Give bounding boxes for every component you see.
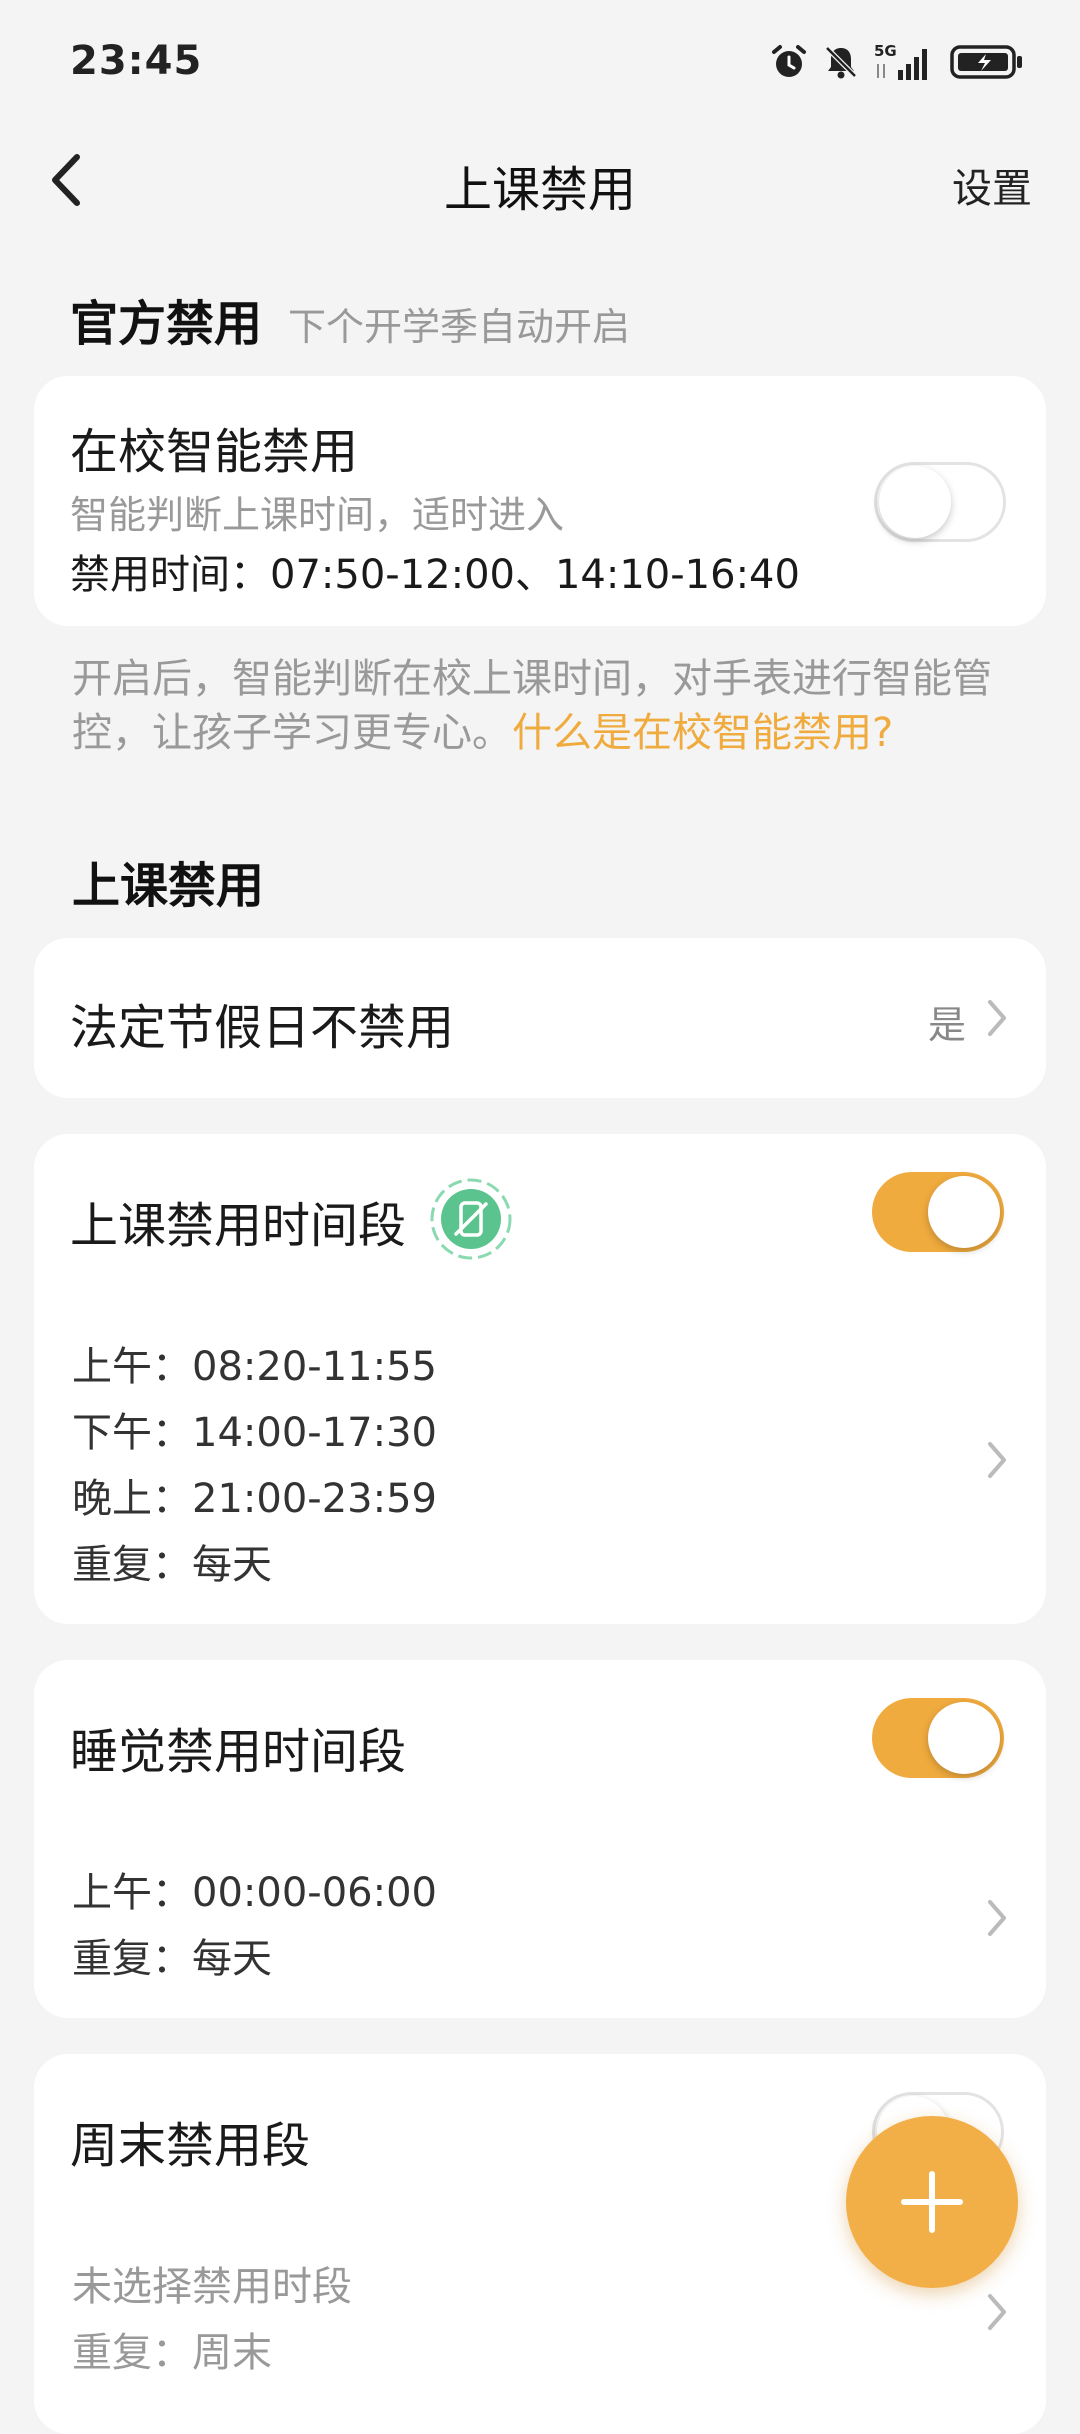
what-is-smart-ban-link[interactable]: 什么是在校智能禁用? <box>512 710 893 756</box>
period-card-sleep[interactable]: 睡觉禁用时间段 上午：00:00-06:00 重复：每天 <box>34 1660 1046 2018</box>
period-line: 重复：周末 <box>72 2330 272 2376</box>
period-title-row: 上课禁用时间段 <box>70 1176 514 1266</box>
battery-charging-icon <box>950 44 1024 80</box>
period-toggle-class[interactable] <box>872 1172 1004 1252</box>
add-period-button[interactable] <box>846 2116 1018 2288</box>
period-line: 上午：08:20-11:55 <box>72 1344 437 1390</box>
chevron-right-icon <box>988 2294 1006 2330</box>
settings-button[interactable]: 设置 <box>952 156 1032 214</box>
period-card-class[interactable]: 上课禁用时间段 上午：08:20-11:55 下午：14:00-17:30 晚上… <box>34 1134 1046 1624</box>
smart-ban-note: 开启后，智能判断在校上课时间，对手表进行智能管控，让孩子学习更专心。什么是在校智… <box>72 652 1012 760</box>
holiday-value: 是 <box>927 1003 966 1047</box>
toggle-knob <box>928 1702 1000 1774</box>
phone-disabled-icon <box>428 1176 514 1266</box>
period-line: 下午：14:00-17:30 <box>72 1410 437 1456</box>
period-line: 晚上：21:00-23:59 <box>72 1476 437 1522</box>
smart-ban-title: 在校智能禁用 <box>70 424 359 480</box>
toggle-knob <box>879 466 951 538</box>
holiday-label: 法定节假日不禁用 <box>70 1000 455 1056</box>
period-title: 周末禁用段 <box>70 2118 311 2174</box>
chevron-right-icon <box>988 1900 1006 1936</box>
official-heading: 官方禁用 <box>70 296 263 352</box>
toggle-knob <box>928 1176 1000 1248</box>
holiday-row[interactable]: 法定节假日不禁用 是 <box>34 938 1046 1098</box>
chevron-right-icon <box>988 1000 1006 1036</box>
status-time: 23:45 <box>70 38 203 84</box>
alarm-icon <box>770 43 808 81</box>
period-line: 重复：每天 <box>72 1542 272 1588</box>
page-title: 上课禁用 <box>443 162 636 218</box>
period-line: 未选择禁用时段 <box>72 2264 352 2310</box>
period-line: 上午：00:00-06:00 <box>72 1870 437 1916</box>
official-subheading: 下个开学季自动开启 <box>288 305 631 349</box>
smart-ban-desc: 智能判断上课时间，适时进入 <box>70 493 565 537</box>
official-section-header: 官方禁用 下个开学季自动开启 <box>70 284 630 354</box>
smart-ban-toggle[interactable] <box>874 462 1006 542</box>
period-title: 睡觉禁用时间段 <box>70 1724 407 1780</box>
smart-ban-time: 禁用时间：07:50-12:00、14:10-16:40 <box>70 552 800 598</box>
status-icons: 5G <box>770 40 1024 84</box>
period-title: 上课禁用时间段 <box>70 1198 407 1254</box>
network-label: 5G <box>874 42 897 60</box>
chevron-right-icon <box>988 1442 1006 1478</box>
signal-5g-icon: 5G <box>874 42 936 82</box>
class-ban-heading: 上课禁用 <box>72 858 265 914</box>
plus-icon <box>901 2171 963 2233</box>
smart-ban-card: 在校智能禁用 智能判断上课时间，适时进入 禁用时间：07:50-12:00、14… <box>34 376 1046 626</box>
period-line: 重复：每天 <box>72 1936 272 1982</box>
bell-off-icon <box>822 43 860 81</box>
period-toggle-sleep[interactable] <box>872 1698 1004 1778</box>
